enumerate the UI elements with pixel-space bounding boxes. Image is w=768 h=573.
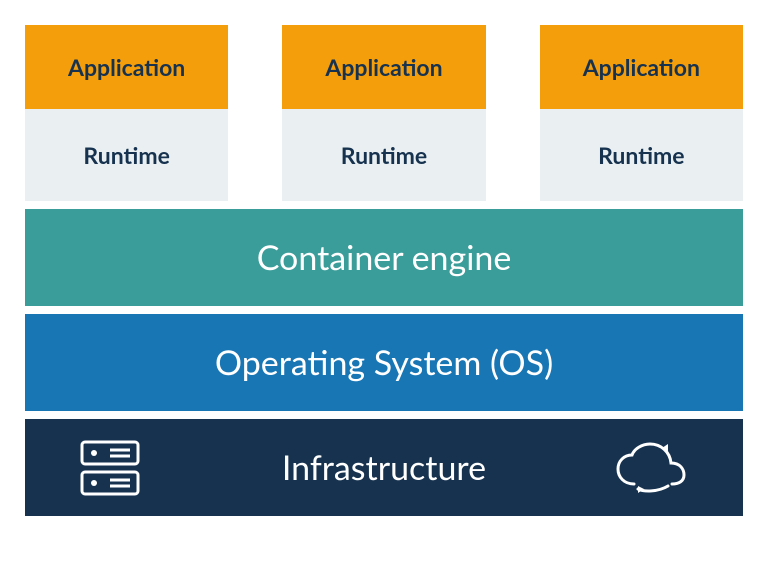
runtime-box: Runtime xyxy=(282,109,485,201)
container-column: Application Runtime xyxy=(282,25,485,201)
runtime-box: Runtime xyxy=(540,109,743,201)
container-columns: Application Runtime Application Runtime … xyxy=(0,0,768,201)
infrastructure-layer: Infrastructure xyxy=(25,419,743,516)
container-engine-label: Container engine xyxy=(257,237,512,278)
application-box: Application xyxy=(25,25,228,109)
runtime-box: Runtime xyxy=(25,109,228,201)
operating-system-label: Operating System (OS) xyxy=(215,342,553,383)
stack-layers: Container engine Operating System (OS) I… xyxy=(0,201,768,541)
container-engine-layer: Container engine xyxy=(25,209,743,306)
application-box: Application xyxy=(282,25,485,109)
cloud-icon xyxy=(614,442,688,494)
infrastructure-label: Infrastructure xyxy=(282,447,486,488)
operating-system-layer: Operating System (OS) xyxy=(25,314,743,411)
application-box: Application xyxy=(540,25,743,109)
container-column: Application Runtime xyxy=(25,25,228,201)
container-column: Application Runtime xyxy=(540,25,743,201)
server-icon xyxy=(80,440,140,496)
